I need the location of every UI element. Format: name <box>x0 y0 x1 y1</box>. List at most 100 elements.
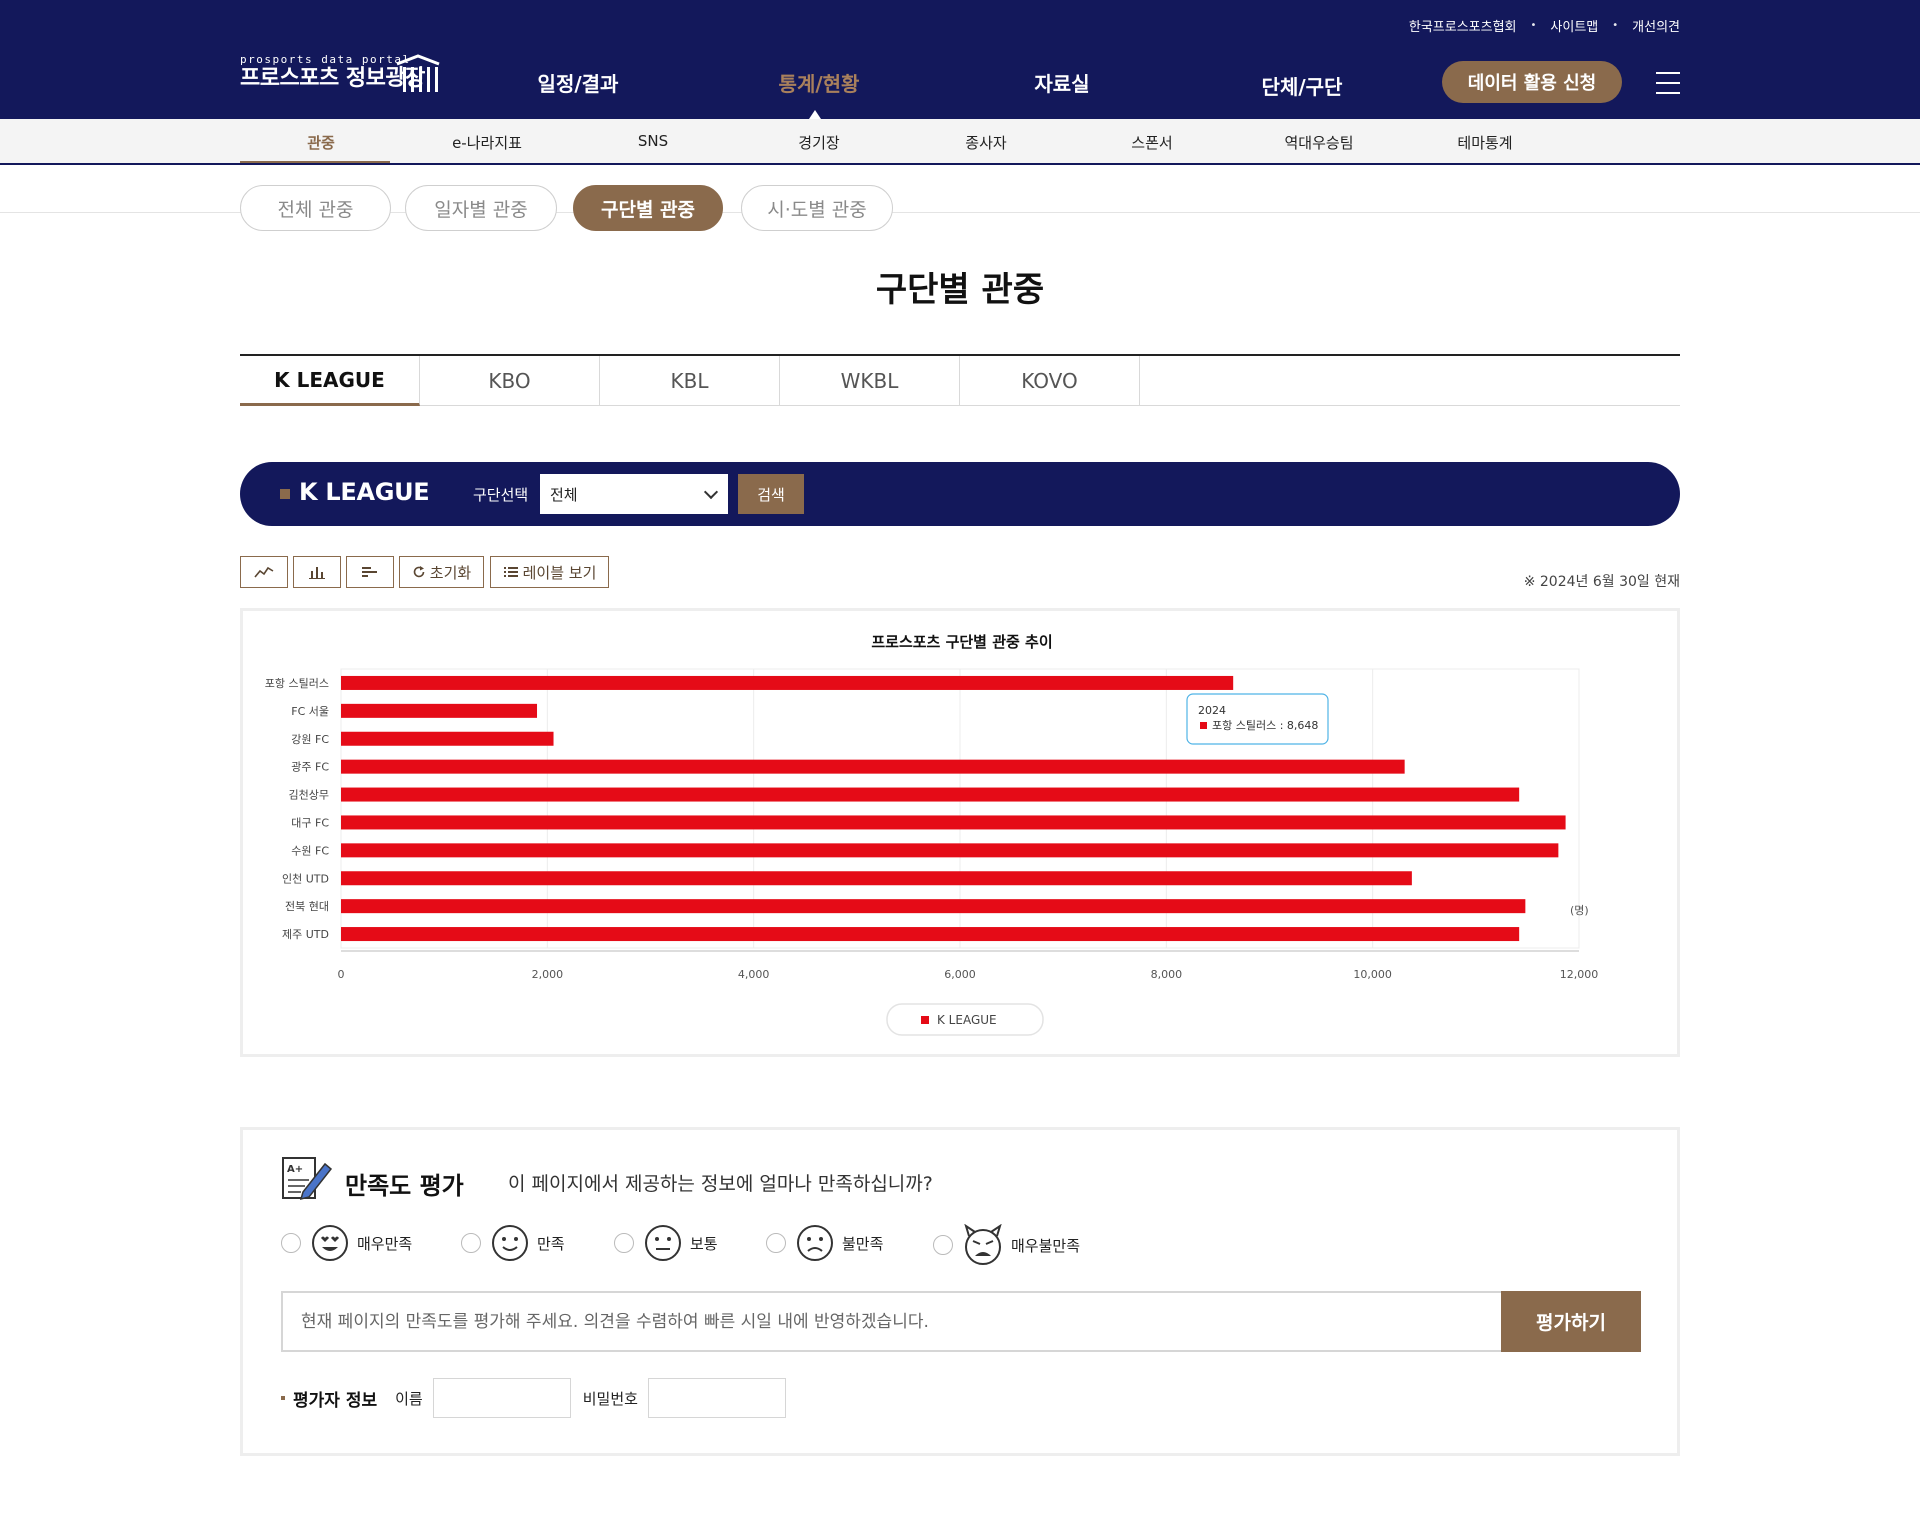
gnb-schedule[interactable]: 일정/결과 <box>538 68 619 97</box>
rating-radio[interactable] <box>614 1233 634 1253</box>
util-link-sitemap[interactable]: 사이트맵 <box>1550 16 1598 35</box>
show-labels-button[interactable]: 레이블 보기 <box>490 556 609 588</box>
list-icon <box>503 567 518 577</box>
rating-label: 보통 <box>690 1234 718 1253</box>
bar-6[interactable] <box>341 843 1559 858</box>
survey-pencil-icon: A+ <box>282 1157 333 1201</box>
util-link-kpsa[interactable]: 한국프로스포츠협회 <box>1409 16 1517 35</box>
rating-radio[interactable] <box>461 1233 481 1253</box>
category-label: 포항 스틸러스 <box>265 677 329 690</box>
club-select[interactable]: 전체 <box>540 474 728 514</box>
category-label: 광주 FC <box>291 761 329 774</box>
password-input[interactable] <box>647 1378 786 1418</box>
rating-radio[interactable] <box>766 1233 786 1253</box>
x-tick-label: 0 <box>338 968 345 981</box>
evaluator-info: 평가자 정보 이름 비밀번호 <box>281 1378 798 1418</box>
chevron-down-icon <box>703 484 719 500</box>
legend-item-k-league: K LEAGUE <box>937 1013 997 1027</box>
subnav-sns[interactable]: SNS <box>638 132 668 150</box>
bar-5[interactable] <box>341 815 1566 830</box>
subnav-champions[interactable]: 역대우승팀 <box>1284 132 1353 153</box>
search-league-title: K LEAGUE <box>299 478 430 506</box>
line-chart-icon <box>254 566 274 578</box>
chart-category-labels: 포항 스틸러스 FC 서울강원 FC 광주 FC 김천상무대구 FC 수원 FC 인천 U… <box>265 677 330 941</box>
tab-daily-attendance[interactable]: 일자별 관중 <box>405 185 557 231</box>
tab-total-attendance[interactable]: 전체 관중 <box>240 185 391 231</box>
rating-satisfied[interactable]: 만족 <box>461 1224 565 1262</box>
club-select-label: 구단선택 <box>473 486 529 504</box>
refresh-icon <box>413 566 425 578</box>
rating-radio[interactable] <box>281 1233 301 1253</box>
bar-4[interactable] <box>341 787 1520 802</box>
category-label: 수원 FC <box>291 844 329 857</box>
bar-chart-button[interactable] <box>346 556 394 588</box>
column-chart-button[interactable] <box>293 556 341 588</box>
data-apply-button[interactable]: 데이터 활용 신청 <box>1442 61 1622 103</box>
league-tab-kovo[interactable]: KOVO <box>960 356 1140 406</box>
password-label: 비밀번호 <box>582 1389 638 1408</box>
legend-swatch <box>921 1016 929 1024</box>
column-chart-icon <box>309 567 325 579</box>
tab-region-attendance[interactable]: 시·도별 관중 <box>741 185 893 231</box>
chart-legend[interactable]: K LEAGUE <box>886 1003 1044 1036</box>
name-input[interactable] <box>432 1378 571 1418</box>
subnav-staff[interactable]: 종사자 <box>965 132 1006 153</box>
bar-2[interactable] <box>341 731 554 746</box>
site-logo[interactable]: prosports data portal 프로스포츠 정보광장 <box>240 54 440 92</box>
bar-9[interactable] <box>341 927 1520 942</box>
rating-label: 불만족 <box>842 1234 884 1253</box>
category-label: 강원 FC <box>291 733 329 746</box>
tooltip-text: 포항 스틸러스 : 8,648 <box>1212 719 1318 732</box>
subnav-stadium[interactable]: 경기장 <box>798 132 839 153</box>
gnb-clubs[interactable]: 단체/구단 <box>1262 71 1343 100</box>
search-button[interactable]: 검색 <box>738 474 804 514</box>
reset-button[interactable]: 초기화 <box>399 556 484 588</box>
comment-input[interactable] <box>283 1293 1483 1350</box>
chart-tooltip: 2024 포항 스틸러스 : 8,648 <box>1186 693 1329 745</box>
rating-radio[interactable] <box>933 1235 953 1255</box>
survey-title: 만족도 평가 <box>345 1172 464 1200</box>
category-label: 대구 FC <box>291 816 329 829</box>
bar-1[interactable] <box>341 703 538 718</box>
league-tab-k-league[interactable]: K LEAGUE <box>240 356 420 406</box>
reset-label: 초기화 <box>429 563 472 582</box>
bar-7[interactable] <box>341 871 1412 886</box>
menu-hamburger-icon[interactable] <box>1656 72 1680 102</box>
utility-links: 한국프로스포츠협회 • 사이트맵 • 개선의견 <box>1409 16 1680 35</box>
subnav-e-indicators[interactable]: e-나라지표 <box>452 132 522 153</box>
attendance-bar-chart: 프로스포츠 구단별 관중 추이 포항 스틸러스 FC 서울강원 FC 광주 FC 김천… <box>265 633 1598 1036</box>
separator-dot: • <box>1530 20 1537 31</box>
rating-neutral[interactable]: 보통 <box>614 1224 718 1262</box>
league-tab-kbo[interactable]: KBO <box>420 356 600 406</box>
category-label: 인천 UTD <box>282 871 329 885</box>
subnav-sponsor[interactable]: 스폰서 <box>1131 132 1172 153</box>
frown-face-icon <box>797 1225 833 1261</box>
x-tick-label: 8,000 <box>1151 968 1183 981</box>
bar-3[interactable] <box>341 759 1405 774</box>
heart-eyes-face-icon <box>312 1225 348 1261</box>
angry-devil-face-icon <box>964 1224 1002 1265</box>
subnav-active-underline <box>240 161 390 163</box>
gnb-statistics[interactable]: 통계/현황 <box>779 68 860 97</box>
tooltip-swatch <box>1200 722 1207 729</box>
rating-very-dissatisfied[interactable]: 매우불만족 <box>933 1224 1080 1266</box>
gnb-archive[interactable]: 자료실 <box>1034 68 1089 97</box>
league-tab-wkbl[interactable]: WKBL <box>780 356 960 406</box>
chart-bars <box>341 675 1566 942</box>
x-tick-label: 2,000 <box>532 968 564 981</box>
svg-text:A+: A+ <box>287 1164 303 1175</box>
rating-dissatisfied[interactable]: 불만족 <box>766 1224 883 1262</box>
line-chart-button[interactable] <box>240 556 288 588</box>
bar-0[interactable] <box>341 675 1234 690</box>
util-link-feedback[interactable]: 개선의견 <box>1632 16 1680 35</box>
submit-rating-button[interactable]: 평가하기 <box>1501 1291 1641 1352</box>
rating-very-satisfied[interactable]: 매우만족 <box>281 1224 412 1262</box>
tab-club-attendance[interactable]: 구단별 관중 <box>573 185 723 231</box>
x-tick-label: 6,000 <box>944 968 976 981</box>
club-select-value: 전체 <box>550 485 578 504</box>
subnav-theme-stats[interactable]: 테마통계 <box>1457 132 1512 153</box>
subnav-attendance[interactable]: 관중 <box>307 132 335 153</box>
chart-unit-label: (명) <box>1570 904 1589 917</box>
bar-8[interactable] <box>341 899 1526 914</box>
league-tab-kbl[interactable]: KBL <box>600 356 780 406</box>
